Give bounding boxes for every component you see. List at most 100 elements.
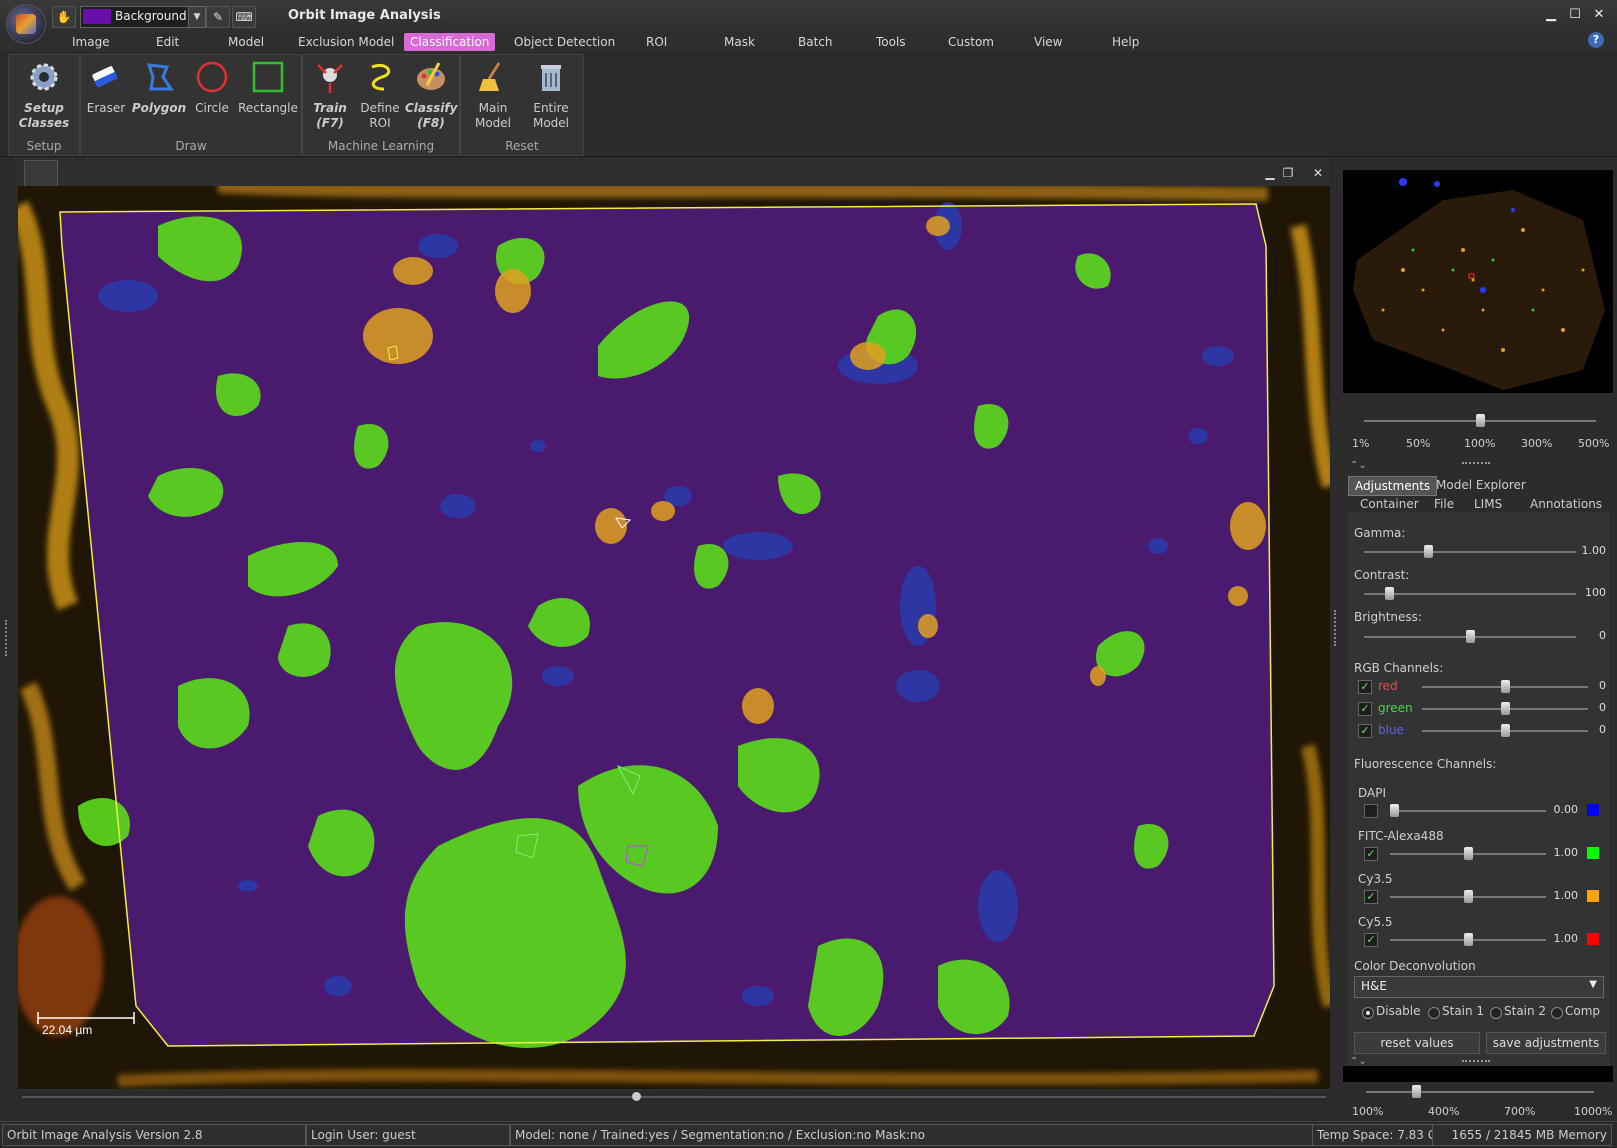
- fluor-channel-slider[interactable]: [1390, 804, 1399, 817]
- circle-button[interactable]: Circle: [187, 59, 237, 116]
- channel-red-value: 0: [1599, 679, 1606, 692]
- ribbon-group-label: Machine Learning: [327, 139, 435, 153]
- menu-classification[interactable]: Classification: [404, 33, 496, 51]
- fluor-channel-slider[interactable]: [1464, 933, 1473, 946]
- chevron-down-icon[interactable]: ▼: [188, 7, 205, 27]
- deconv-radio-3[interactable]: [1551, 1007, 1563, 1019]
- channel-red-slider[interactable]: [1501, 680, 1510, 693]
- menu-image[interactable]: Image: [66, 33, 116, 51]
- tab-file[interactable]: File: [1428, 495, 1460, 513]
- overview-thumbnail[interactable]: [1343, 170, 1613, 393]
- doc-restore-icon[interactable]: ❐: [1280, 165, 1296, 181]
- fluor-channel-checkbox[interactable]: [1364, 804, 1378, 818]
- channel-blue-checkbox[interactable]: ✓: [1358, 724, 1372, 738]
- rectangle-button[interactable]: Rectangle: [237, 59, 299, 116]
- polygon-label: Polygon: [131, 101, 187, 115]
- fluor-channel-color-swatch[interactable]: [1587, 804, 1599, 816]
- active-class-select[interactable]: Background ▼: [80, 6, 206, 28]
- menu-edit[interactable]: Edit: [150, 33, 185, 51]
- minimize-icon[interactable]: ▁: [1542, 6, 1560, 24]
- doc-minimize-icon[interactable]: ▁: [1262, 165, 1278, 181]
- menu-custom[interactable]: Custom: [942, 33, 1000, 51]
- channel-green-label: green: [1378, 701, 1413, 715]
- channel-blue-value: 0: [1599, 723, 1606, 736]
- fluor-channel-slider[interactable]: [1464, 890, 1473, 903]
- tab-lims[interactable]: LIMS: [1468, 495, 1508, 513]
- fluor-channel-checkbox[interactable]: ✓: [1364, 847, 1378, 861]
- help-icon[interactable]: ?: [1588, 32, 1604, 48]
- menu-exclusion-model[interactable]: Exclusion Model: [292, 33, 400, 51]
- scrollbar-thumb[interactable]: [632, 1092, 641, 1101]
- menu-tools[interactable]: Tools: [870, 33, 912, 51]
- classified-image: 22.04 µm: [18, 186, 1330, 1089]
- close-icon[interactable]: ✕: [1590, 6, 1608, 24]
- deconv-radio-0[interactable]: [1362, 1007, 1374, 1019]
- train-button[interactable]: Train (F7): [305, 59, 355, 131]
- broom-icon: [479, 62, 501, 91]
- setup-classes-button[interactable]: Setup Classes: [13, 59, 75, 131]
- fluor-channel-name: FITC-Alexa488: [1358, 829, 1444, 843]
- fluor-channel-checkbox[interactable]: ✓: [1364, 890, 1378, 904]
- menu-batch[interactable]: Batch: [792, 33, 839, 51]
- menu-object-detection[interactable]: Object Detection: [508, 33, 621, 51]
- left-dock-grip[interactable]: [5, 620, 11, 656]
- rectangle-icon: [252, 61, 284, 93]
- fluor-channel-slider[interactable]: [1464, 847, 1473, 860]
- chevron-down-icon: ▼: [1589, 979, 1597, 990]
- menu-model[interactable]: Model: [222, 33, 270, 51]
- eyedropper-icon[interactable]: ✎: [206, 6, 230, 28]
- zoom-tick: 1000%: [1574, 1105, 1613, 1118]
- contrast-slider[interactable]: [1385, 587, 1395, 600]
- channel-red-checkbox[interactable]: ✓: [1358, 680, 1372, 694]
- channel-green-slider[interactable]: [1501, 702, 1510, 715]
- tab-model-explorer[interactable]: Model Explorer: [1430, 476, 1532, 494]
- fluor-channel-color-swatch[interactable]: [1587, 933, 1599, 945]
- hand-icon[interactable]: ✋: [52, 6, 76, 28]
- fluor-channel-checkbox[interactable]: ✓: [1364, 933, 1378, 947]
- image-viewer[interactable]: 22.04 µm: [18, 186, 1330, 1089]
- reset-main-model-button[interactable]: Main Model: [465, 59, 521, 131]
- document-icon[interactable]: [24, 160, 58, 188]
- classify-button[interactable]: Classify (F8): [405, 59, 457, 131]
- deconvolution-select[interactable]: H&E ▼: [1354, 976, 1604, 998]
- fluor-channel-value: 1.00: [1553, 932, 1579, 945]
- channel-blue-slider[interactable]: [1501, 724, 1510, 737]
- tab-container[interactable]: Container: [1354, 495, 1425, 513]
- ribbon-group-label: Draw: [175, 139, 207, 153]
- deconv-radio-1[interactable]: [1428, 1007, 1440, 1019]
- gamma-slider[interactable]: [1423, 545, 1433, 558]
- menu-help[interactable]: Help: [1106, 33, 1145, 51]
- collapse-arrows-icon[interactable]: ⌃⌄: [1350, 460, 1367, 471]
- fluor-channel-color-swatch[interactable]: [1587, 847, 1599, 859]
- channel-green-checkbox[interactable]: ✓: [1358, 702, 1372, 716]
- menu-mask[interactable]: Mask: [718, 33, 761, 51]
- ribbon-group-reset: Main Model Entire Model Reset: [460, 54, 584, 156]
- tab-annotations[interactable]: Annotations: [1524, 495, 1608, 513]
- polygon-button[interactable]: Polygon: [131, 59, 187, 116]
- fluor-channel-color-swatch[interactable]: [1587, 890, 1599, 902]
- save-adjustments-button[interactable]: save adjustments: [1486, 1032, 1606, 1054]
- brightness-slider[interactable]: [1466, 630, 1475, 643]
- eraser-button[interactable]: Eraser: [81, 59, 131, 116]
- zoom-preview-strip: [1343, 1066, 1613, 1082]
- bottom-zoom-slider[interactable]: [1412, 1085, 1422, 1098]
- entire-model-label-1: Entire: [533, 101, 569, 115]
- contrast-label: Contrast:: [1354, 568, 1410, 582]
- reset-entire-model-button[interactable]: Entire Model: [523, 59, 579, 131]
- overview-zoom-slider[interactable]: [1476, 414, 1485, 427]
- doc-close-icon[interactable]: ✕: [1310, 165, 1326, 181]
- maximize-icon[interactable]: ☐: [1566, 6, 1584, 24]
- panel-splitter[interactable]: [1462, 1060, 1490, 1062]
- panel-splitter[interactable]: [1462, 462, 1490, 464]
- main-model-label-1: Main: [478, 101, 508, 115]
- status-memory[interactable]: 1655 / 21845 MB Memory: [1432, 1124, 1612, 1146]
- app-logo-icon[interactable]: [6, 4, 46, 44]
- deconv-radio-2[interactable]: [1490, 1007, 1502, 1019]
- reset-values-button[interactable]: reset values: [1354, 1032, 1480, 1054]
- define-roi-button[interactable]: Define ROI: [355, 59, 405, 131]
- menu-roi[interactable]: ROI: [640, 33, 673, 51]
- tab-adjustments[interactable]: Adjustments: [1348, 476, 1438, 496]
- right-dock-grip[interactable]: [1334, 610, 1340, 646]
- menu-view[interactable]: View: [1028, 33, 1068, 51]
- keyboard-icon[interactable]: ⌨: [232, 6, 256, 28]
